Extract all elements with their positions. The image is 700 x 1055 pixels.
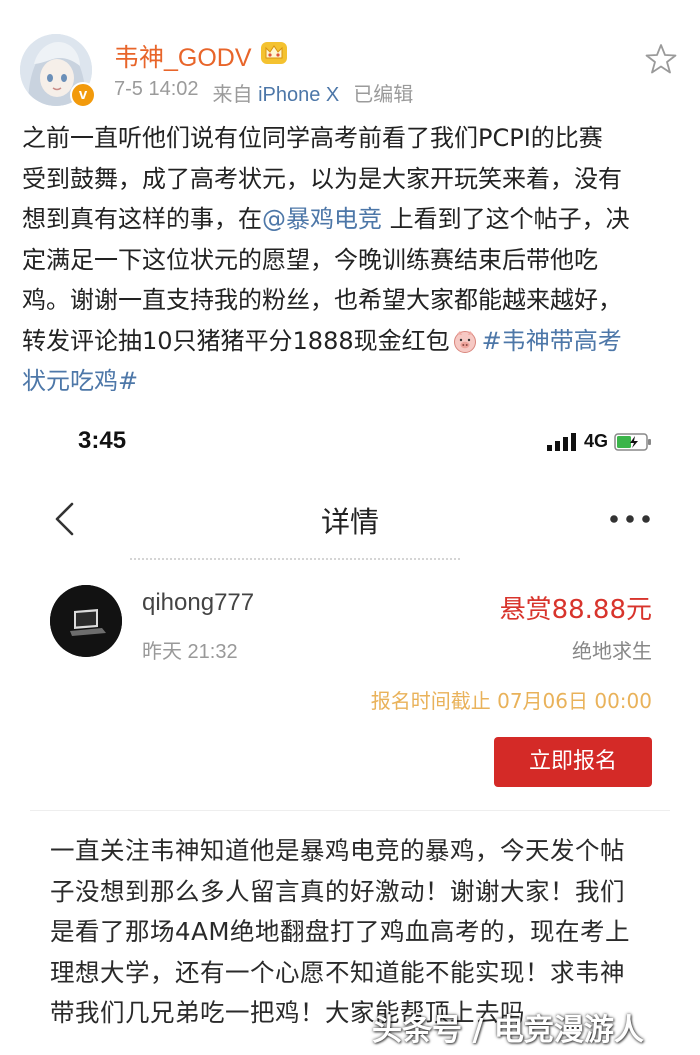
post-text: 之前一直听他们说有位同学高考前看了我们PCPI的比赛 受到鼓舞，成了高考状元，以… <box>22 118 682 402</box>
mention-link[interactable]: @暴鸡电竞 <box>262 205 382 233</box>
post-text-segment: 想到真有这样的事，在 <box>22 205 262 233</box>
section-divider <box>30 810 670 811</box>
status-indicators: 4G <box>546 431 652 452</box>
detail-line: 一直关注韦神知道他是暴鸡电竞的暴鸡，今天发个帖 <box>50 836 625 865</box>
embedded-screenshot: 3:45 4G 详情 qihong777 昨天 21:32 悬赏88.88元 绝… <box>0 405 700 1055</box>
post-line: 之前一直听他们说有位同学高考前看了我们PCPI的比赛 <box>22 124 603 152</box>
detail-line: 子没想到那么多人留言真的好激动！谢谢大家！我们 <box>50 876 625 906</box>
post-text-segment: 上看到了这个帖子，决 <box>382 205 630 233</box>
signal-icon <box>546 432 576 451</box>
post-detail-text: 一直关注韦神知道他是暴鸡电竞的暴鸡，今天发个帖 子没想到那么多人留言真的好激动！… <box>50 831 670 1034</box>
post-line: 鸡。谢谢一直支持我的粉丝，也希望大家都能越来越好， <box>22 286 622 314</box>
star-icon[interactable] <box>644 42 678 76</box>
post-line: 定满足一下这位状元的愿望，今晚训练赛结束后带他吃 <box>22 245 598 274</box>
hashtag-link-continued[interactable]: 状元吃鸡# <box>22 367 138 395</box>
post-meta: 7-5 14:02 来自 iPhone X 已编辑 <box>114 78 413 107</box>
source-prefix: 来自 <box>212 84 253 106</box>
watermark: 头条号 / 电竞漫游人 <box>372 1013 644 1048</box>
post-line: 想到真有这样的事，在@暴鸡电竞 上看到了这个帖子，决 <box>22 199 682 240</box>
post-header: v 韦神_GODV 7-5 14:02 来自 iPhone X 已编辑 <box>0 0 700 118</box>
signup-deadline: 报名时间截止 07月06日 00:00 <box>370 689 652 713</box>
post-line: 转发评论抽10只猪猪平分1888现金红包 #韦神带高考 <box>22 321 682 362</box>
post-line: 受到鼓舞，成了高考状元，以为是大家开玩笑来着，没有 <box>22 164 622 193</box>
post-time: 7-5 14:02 <box>114 78 199 100</box>
detail-line: 是看了那场4AM绝地翻盘打了鸡血高考的，现在考上 <box>50 917 630 946</box>
nav-divider <box>130 558 460 560</box>
crown-icon <box>261 42 287 64</box>
edited-label: 已编辑 <box>353 84 414 106</box>
more-icon[interactable] <box>606 509 654 529</box>
network-label: 4G <box>583 431 608 451</box>
author-avatar[interactable]: v <box>20 34 96 108</box>
poster-time: 昨天 21:32 <box>142 641 238 663</box>
hashtag-link[interactable]: #韦神带高考 <box>482 327 622 355</box>
game-name: 绝地求生 <box>572 639 652 663</box>
author-name[interactable]: 韦神_GODV <box>114 38 252 74</box>
detail-line: 理想大学，还有一个心愿不知道能不能实现！求韦神 <box>50 957 625 987</box>
reward-amount: 悬赏88.88元 <box>499 595 652 625</box>
pig-icon <box>453 330 476 353</box>
signup-button[interactable]: 立即报名 <box>494 737 652 787</box>
post-line: 状元吃鸡# <box>22 361 682 402</box>
poster-name[interactable]: qihong777 <box>142 589 254 617</box>
verified-badge: v <box>70 82 96 108</box>
post-source: 来自 iPhone X <box>213 78 340 107</box>
poster-avatar[interactable] <box>50 585 122 657</box>
post-text-segment: 转发评论抽10只猪猪平分1888现金红包 <box>22 326 450 355</box>
status-time: 3:45 <box>78 427 127 454</box>
battery-icon <box>614 432 651 451</box>
page-title: 详情 <box>320 505 379 539</box>
source-device[interactable]: iPhone X <box>258 84 339 106</box>
laptop-avatar-icon <box>50 585 122 657</box>
